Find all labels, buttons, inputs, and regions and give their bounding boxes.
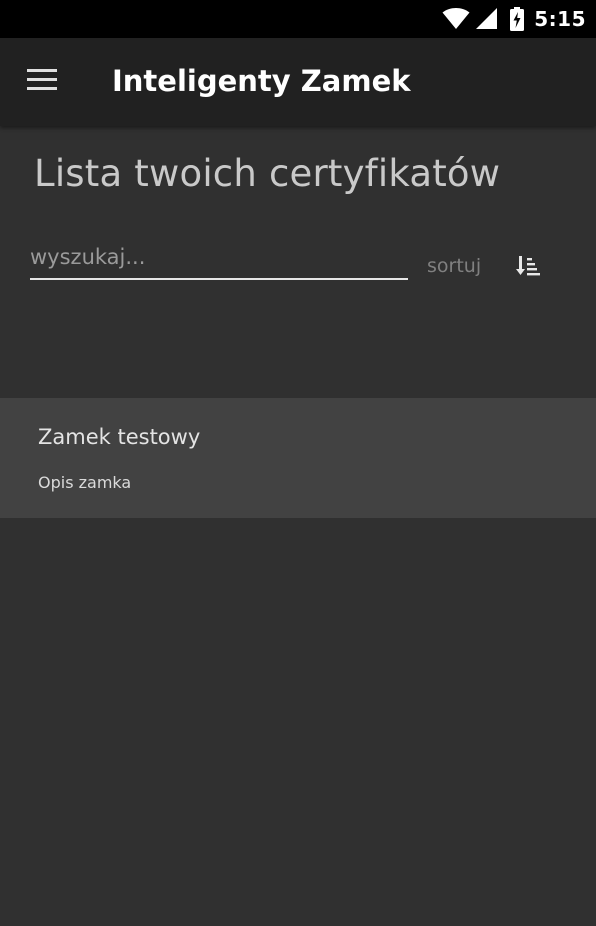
status-bar: 5:15 bbox=[0, 0, 596, 38]
sort-label: sortuj bbox=[427, 255, 482, 277]
status-icons: 5:15 bbox=[442, 0, 586, 38]
battery-charging-icon bbox=[510, 7, 525, 31]
hamburger-menu-icon bbox=[27, 68, 57, 96]
app-title: Inteligenty Zamek bbox=[112, 64, 411, 98]
app-bar: Inteligenty Zamek bbox=[0, 38, 596, 126]
wifi-icon bbox=[442, 8, 470, 30]
search-input[interactable] bbox=[30, 242, 408, 280]
sort-descending-icon bbox=[516, 254, 540, 283]
screen: 5:15 Inteligenty Zamek Lista twoich cert… bbox=[0, 0, 596, 926]
certificate-name: Zamek testowy bbox=[38, 425, 201, 449]
status-time: 5:15 bbox=[534, 7, 586, 31]
menu-button[interactable] bbox=[18, 62, 66, 102]
sort-button[interactable] bbox=[508, 248, 548, 288]
certificate-list: Zamek testowy Opis zamka bbox=[0, 398, 596, 518]
cell-signal-icon bbox=[476, 8, 498, 30]
certificate-description: Opis zamka bbox=[38, 473, 132, 492]
page-title: Lista twoich certyfikatów bbox=[34, 152, 501, 195]
certificate-card[interactable]: Zamek testowy Opis zamka bbox=[0, 398, 596, 518]
